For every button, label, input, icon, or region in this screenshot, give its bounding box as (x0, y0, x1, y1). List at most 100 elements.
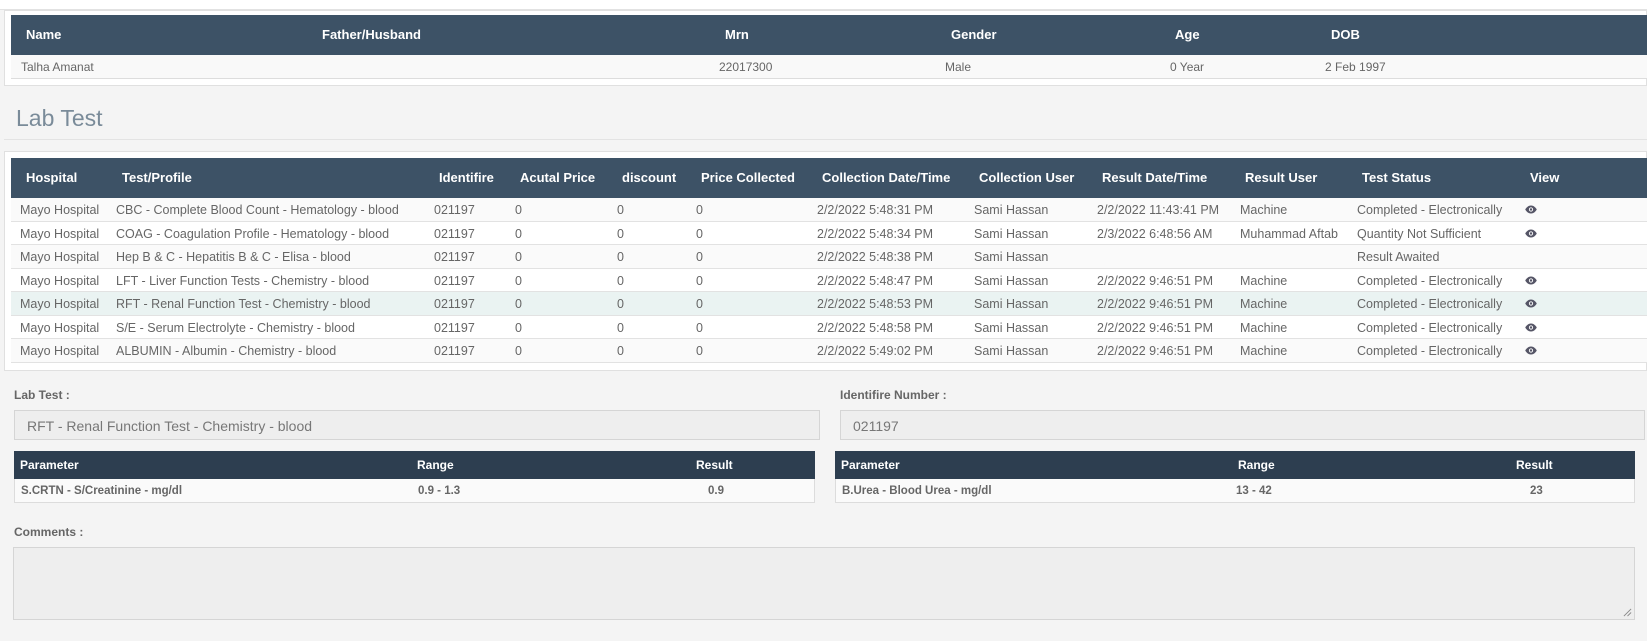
patient-mrn: 22017300 (719, 60, 773, 74)
identifire-number-field[interactable]: 021197 (840, 410, 1645, 440)
eye-icon[interactable] (1525, 276, 1537, 285)
cell-actual-price: 0 (515, 320, 522, 335)
cell-discount: 0 (617, 250, 624, 264)
header-actual-price: Acutal Price (520, 170, 596, 185)
cell-result-datetime: 2/2/2022 9:46:51 PM (1097, 320, 1214, 335)
patient-name: Talha Amanat (21, 60, 94, 74)
cell-result-user: Machine (1240, 344, 1288, 358)
cell-identifire: 021197 (434, 344, 475, 358)
parameter-table-header: Parameter Range Result (835, 451, 1635, 479)
top-strip (0, 0, 1647, 10)
header-test-status: Test Status (1362, 170, 1432, 185)
cell-result-user: Machine (1240, 297, 1288, 311)
parameter-range: 0.9 - 1.3 (418, 485, 461, 497)
cell-test-status: Completed - Electronically (1357, 203, 1503, 217)
cell-price-collected: 0 (696, 203, 703, 217)
cell-result-datetime: 2/2/2022 9:46:51 PM (1097, 344, 1214, 358)
parameter-table-header: Parameter Range Result (14, 451, 815, 479)
cell-identifire: 021197 (434, 203, 475, 217)
patient-dob: 2 Feb 1997 (1325, 60, 1386, 74)
cell-identifire: 021197 (434, 320, 475, 335)
cell-price-collected: 0 (696, 297, 703, 311)
cell-collection-datetime: 2/2/2022 5:48:47 PM (817, 273, 934, 288)
lab-test-row[interactable]: Mayo Hospital S/E - Serum Electrolyte - … (11, 315, 1647, 339)
cell-test-profile: ALBUMIN - Albumin - Chemistry - blood (116, 344, 337, 358)
header-hospital: Hospital (26, 170, 78, 185)
header-result-user: Result User (1245, 170, 1318, 185)
header-name: Name (26, 27, 62, 42)
header-result-datetime: Result Date/Time (1102, 170, 1208, 185)
cell-result-user: Machine (1240, 203, 1288, 217)
header-range: Range (417, 458, 454, 472)
lab-test-row[interactable]: Mayo Hospital CBC - Complete Blood Count… (11, 198, 1647, 222)
lab-test-row[interactable]: Mayo Hospital Hep B & C - Hepatitis B & … (11, 245, 1647, 269)
lab-test-row-selected[interactable]: Mayo Hospital RFT - Renal Function Test … (11, 292, 1647, 316)
cell-hospital: Mayo Hospital (20, 226, 100, 241)
lab-test-row[interactable]: Mayo Hospital LFT - Liver Function Tests… (11, 268, 1647, 292)
cell-collection-user: Sami Hassan (974, 203, 1049, 217)
cell-collection-user: Sami Hassan (974, 320, 1049, 335)
cell-hospital: Mayo Hospital (20, 250, 100, 264)
eye-icon[interactable] (1525, 229, 1537, 238)
patient-info-panel: Name Father/Husband Mrn Gender Age DOB T… (4, 10, 1647, 86)
cell-hospital: Mayo Hospital (20, 203, 100, 217)
eye-icon[interactable] (1525, 346, 1537, 355)
header-father-husband: Father/Husband (322, 27, 421, 42)
cell-result-datetime: 2/2/2022 9:46:51 PM (1097, 273, 1214, 288)
lab-test-field[interactable]: RFT - Renal Function Test - Chemistry - … (14, 410, 820, 440)
cell-result-datetime: 2/2/2022 9:46:51 PM (1097, 297, 1214, 311)
cell-test-status: Quantity Not Sufficient (1357, 226, 1482, 241)
cell-collection-datetime: 2/2/2022 5:48:38 PM (817, 250, 934, 264)
section-divider (4, 139, 1647, 140)
parameter-result: 23 (1530, 485, 1543, 497)
cell-actual-price: 0 (515, 297, 522, 311)
cell-hospital: Mayo Hospital (20, 273, 100, 288)
parameter-table-left: Parameter Range Result S.CRTN - S/Creati… (14, 451, 815, 503)
cell-test-profile: Hep B & C - Hepatitis B & C - Elisa - bl… (116, 250, 351, 264)
lab-test-row[interactable]: Mayo Hospital COAG - Coagulation Profile… (11, 221, 1647, 245)
parameter-row: B.Urea - Blood Urea - mg/dl 13 - 42 23 (835, 479, 1635, 503)
cell-collection-user: Sami Hassan (974, 273, 1049, 288)
cell-test-status: Completed - Electronically (1357, 273, 1503, 288)
lab-tests-header: Hospital Test/Profile Identifire Acutal … (11, 158, 1647, 198)
parameter-name: B.Urea - Blood Urea - mg/dl (842, 485, 992, 497)
cell-test-profile: RFT - Renal Function Test - Chemistry - … (116, 297, 371, 311)
cell-collection-datetime: 2/2/2022 5:48:58 PM (817, 320, 934, 335)
cell-collection-user: Sami Hassan (974, 226, 1049, 241)
cell-discount: 0 (617, 320, 624, 335)
cell-test-status: Completed - Electronically (1357, 297, 1503, 311)
header-collection-user: Collection User (979, 170, 1075, 185)
resize-handle-icon[interactable] (1623, 608, 1632, 617)
header-result: Result (1516, 458, 1553, 472)
patient-table: Name Father/Husband Mrn Gender Age DOB T… (11, 15, 1647, 79)
parameter-table-right: Parameter Range Result B.Urea - Blood Ur… (835, 451, 1635, 503)
cell-result-user: Machine (1240, 273, 1288, 288)
cell-result-user: Muhammad Aftab (1240, 226, 1338, 241)
cell-collection-user: Sami Hassan (974, 250, 1049, 264)
cell-test-status: Result Awaited (1357, 250, 1440, 264)
cell-discount: 0 (617, 226, 624, 241)
eye-icon[interactable] (1525, 323, 1537, 332)
lab-test-row[interactable]: Mayo Hospital ALBUMIN - Albumin - Chemis… (11, 339, 1647, 363)
comments-textarea[interactable] (13, 547, 1635, 620)
cell-actual-price: 0 (515, 344, 522, 358)
cell-actual-price: 0 (515, 250, 522, 264)
eye-icon[interactable] (1525, 205, 1537, 214)
cell-test-status: Completed - Electronically (1357, 344, 1503, 358)
cell-collection-datetime: 2/2/2022 5:48:31 PM (817, 203, 934, 217)
header-price-collected: Price Collected (701, 170, 795, 185)
header-range: Range (1238, 458, 1275, 472)
cell-result-datetime: 2/2/2022 11:43:41 PM (1097, 203, 1220, 217)
cell-price-collected: 0 (696, 250, 703, 264)
header-gender: Gender (951, 27, 997, 42)
eye-icon[interactable] (1525, 299, 1537, 308)
header-discount: discount (622, 170, 677, 185)
patient-table-header: Name Father/Husband Mrn Gender Age DOB (11, 15, 1647, 55)
cell-collection-datetime: 2/2/2022 5:48:53 PM (817, 297, 934, 311)
header-parameter: Parameter (841, 458, 900, 472)
cell-test-profile: COAG - Coagulation Profile - Hematology … (116, 226, 390, 241)
cell-hospital: Mayo Hospital (20, 344, 100, 358)
cell-price-collected: 0 (696, 273, 703, 288)
cell-price-collected: 0 (696, 320, 703, 335)
cell-test-profile: S/E - Serum Electrolyte - Chemistry - bl… (116, 320, 355, 335)
